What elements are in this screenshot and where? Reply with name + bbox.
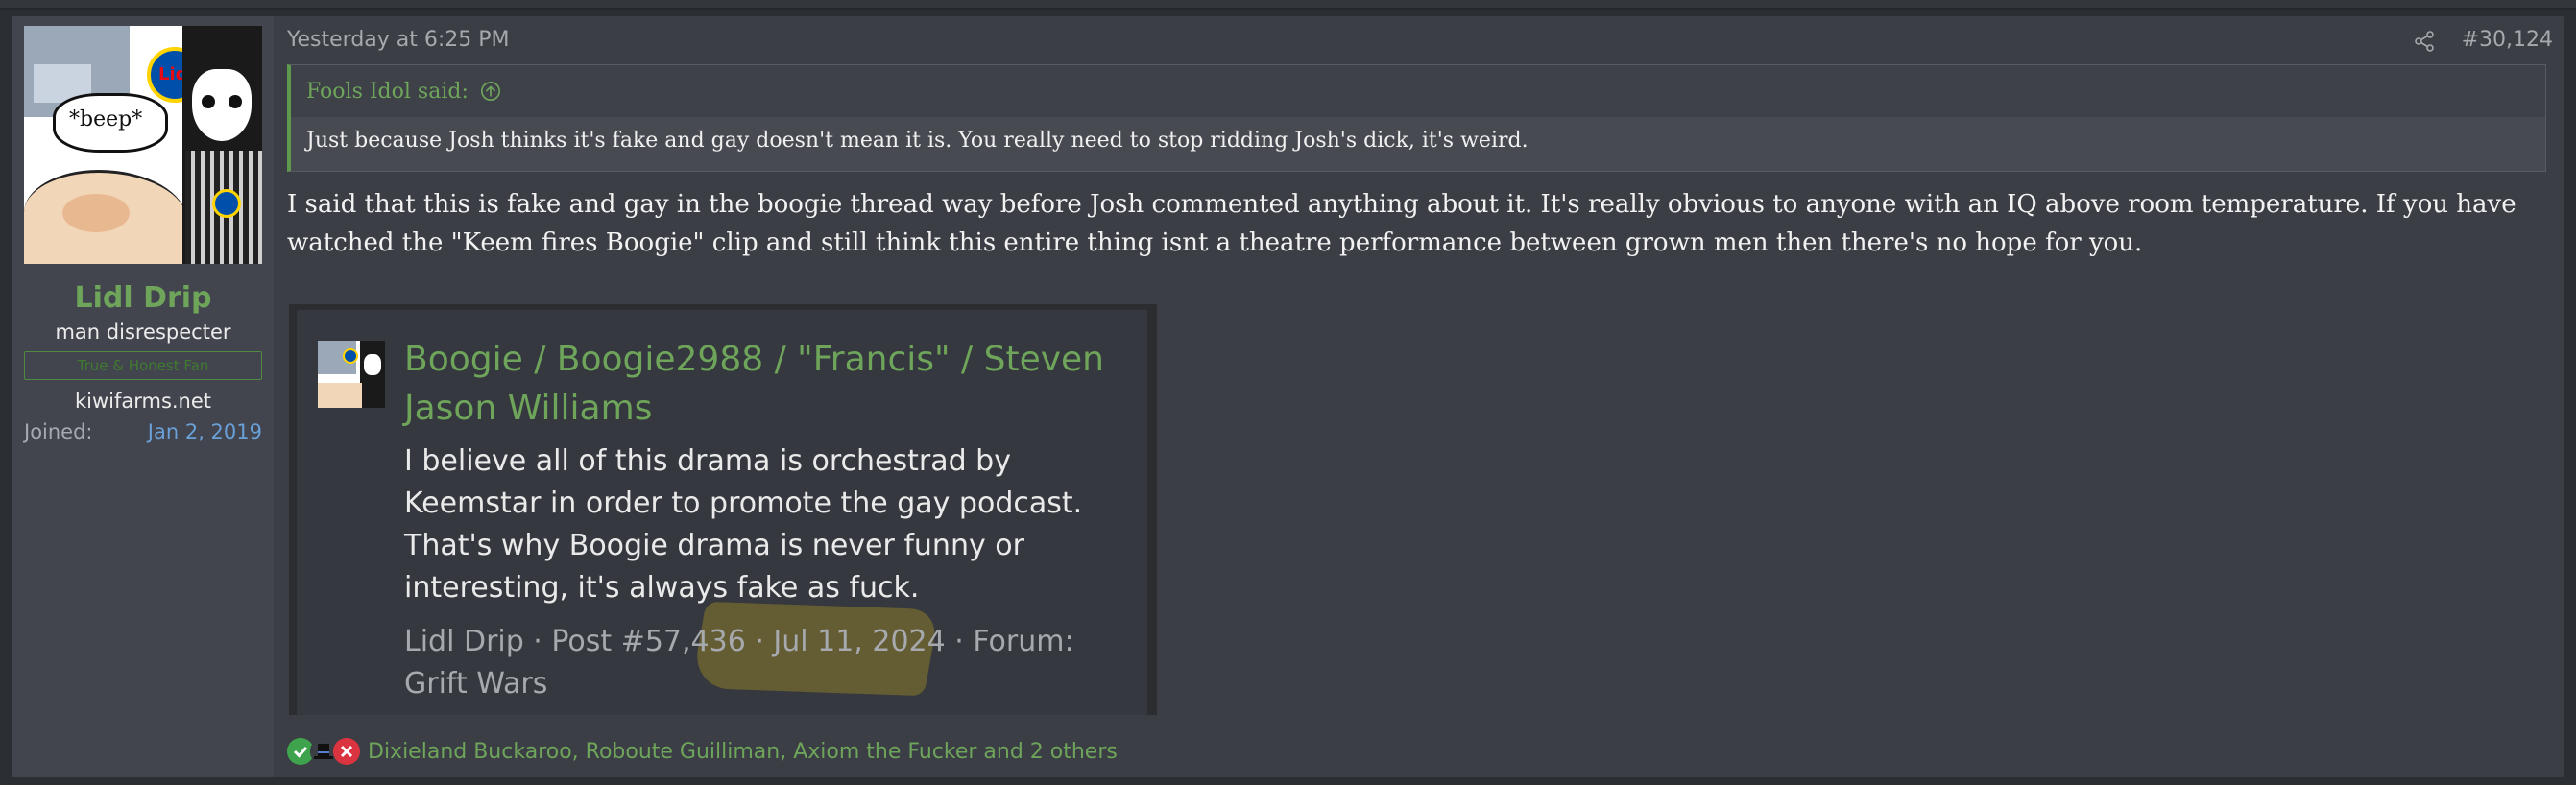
avatar-eye: [202, 95, 215, 108]
post-main: Yesterday at 6:25 PM #30,124 Fools Idol …: [274, 16, 2566, 777]
reactions-list[interactable]: Dixieland Buckaroo, Roboute Guilliman, A…: [368, 740, 1118, 764]
arrow-up-circle-icon[interactable]: [480, 81, 501, 102]
top-strip: [0, 0, 2576, 10]
embed-title[interactable]: Boogie / Boogie2988 / "Francis" / Steven…: [404, 335, 1134, 433]
message-body: I said that this is fake and gay in the …: [287, 190, 2516, 257]
quote-body: Just because Josh thinks it's fake and g…: [291, 117, 2545, 171]
embed-text: I believe all of this drama is orchestra…: [404, 444, 1083, 605]
joined-row: Joined: Jan 2, 2019: [24, 420, 262, 443]
embed-avatar: [318, 341, 385, 408]
embed-meta: Lidl Drip · Post #57,436 · Jul 11, 2024 …: [404, 601, 1134, 705]
quote-author[interactable]: Fools Idol said:: [306, 80, 469, 104]
post-header: Yesterday at 6:25 PM #30,124: [287, 28, 2553, 64]
quote-block: Fools Idol said: Just because Josh think…: [287, 64, 2546, 172]
username[interactable]: Lidl Drip: [24, 281, 262, 315]
reactions-bar[interactable]: Dixieland Buckaroo, Roboute Guilliman, A…: [287, 738, 1118, 765]
forum-post: Lidl *beep* Lidl Drip man disrespecter T…: [12, 15, 2564, 778]
post-number[interactable]: #30,124: [2462, 28, 2553, 52]
avatar-dog-head: [62, 194, 130, 232]
avatar-eye: [229, 95, 242, 108]
joined-date[interactable]: Jan 2, 2019: [148, 420, 262, 443]
share-icon[interactable]: [2413, 30, 2436, 53]
embed-content: Boogie / Boogie2988 / "Francis" / Steven…: [404, 335, 1134, 705]
joined-label: Joined:: [24, 420, 93, 443]
quote-header[interactable]: Fools Idol said:: [291, 65, 2545, 117]
x-icon: [333, 738, 360, 765]
post-date[interactable]: Yesterday at 6:25 PM: [287, 28, 510, 52]
user-info-panel: Lidl *beep* Lidl Drip man disrespecter T…: [12, 16, 274, 777]
user-avatar[interactable]: Lidl *beep*: [24, 26, 262, 264]
avatar-face: [192, 69, 252, 141]
user-title: man disrespecter: [55, 321, 231, 344]
avatar-shirt-logo: [212, 189, 241, 218]
embedded-post[interactable]: Boogie / Boogie2988 / "Francis" / Steven…: [289, 304, 1157, 715]
user-banner: True & Honest Fan: [24, 351, 262, 380]
user-site: kiwifarms.net: [74, 390, 212, 413]
avatar-speech-bubble: *beep*: [53, 93, 168, 153]
